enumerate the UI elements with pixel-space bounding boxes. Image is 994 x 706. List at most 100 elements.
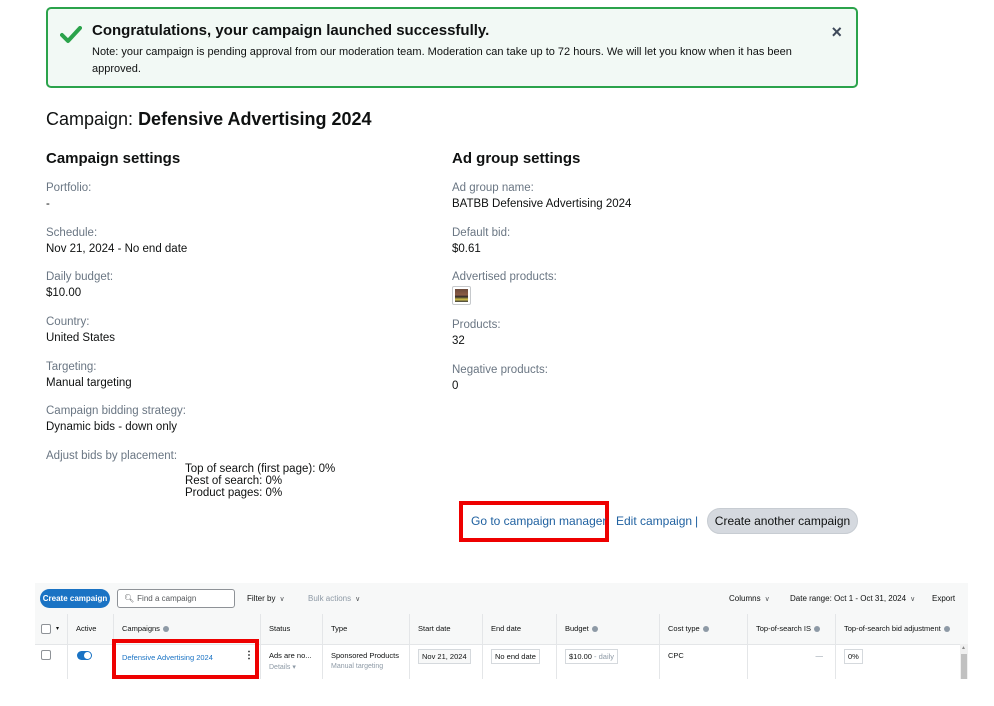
bidding-strategy-value: Dynamic bids - down only: [46, 421, 178, 433]
create-another-campaign-button[interactable]: Create another campaign: [707, 508, 858, 534]
scrollbar-thumb[interactable]: [961, 654, 967, 679]
country-label: Country:: [46, 316, 90, 328]
end-date-field[interactable]: No end date: [491, 649, 540, 664]
column-active[interactable]: Active: [67, 614, 113, 644]
portfolio-value: -: [46, 198, 50, 210]
status-cell: Ads are no... Details ▾: [260, 645, 322, 679]
country-value: United States: [46, 332, 116, 344]
schedule-value: Nov 21, 2024 - No end date: [46, 243, 188, 255]
scroll-up-icon[interactable]: ▲: [961, 645, 966, 651]
negative-products-label: Negative products:: [452, 364, 548, 376]
column-top-of-search-is-label: Top-of-search IS: [756, 624, 812, 633]
placement-values: Top of search (first page): 0% Rest of s…: [185, 463, 335, 499]
campaign-name: Defensive Advertising 2024: [138, 109, 372, 129]
campaign-settings-heading: Campaign settings: [46, 150, 181, 167]
link-separator: |: [695, 514, 699, 528]
bid-adjustment-field[interactable]: 0%: [844, 649, 863, 664]
columns-label: Columns: [729, 594, 761, 603]
column-cost-type[interactable]: Cost type: [659, 614, 747, 644]
placement-rest-of-search: Rest of search: 0%: [185, 475, 283, 487]
select-all-checkbox[interactable]: [41, 624, 51, 634]
vertical-scrollbar[interactable]: ▲: [960, 644, 968, 679]
info-icon[interactable]: [943, 625, 950, 632]
row-checkbox[interactable]: [41, 650, 51, 660]
placement-top-of-search: Top of search (first page): 0%: [185, 463, 336, 475]
column-status[interactable]: Status: [260, 614, 322, 644]
close-icon[interactable]: ×: [831, 23, 842, 41]
column-type[interactable]: Type: [322, 614, 409, 644]
daily-budget-value: $10.00: [46, 287, 82, 299]
product-thumbnail[interactable]: [452, 286, 471, 305]
details-label: Details: [269, 664, 291, 671]
info-icon[interactable]: [702, 625, 709, 632]
success-banner: Congratulations, your campaign launched …: [46, 7, 858, 88]
products-value: 32: [452, 335, 465, 347]
caret-down-icon: ▾: [292, 664, 296, 671]
column-end-date[interactable]: End date: [482, 614, 556, 644]
checkmark-icon: [60, 26, 82, 43]
edit-campaign-link[interactable]: Edit campaign: [616, 514, 692, 528]
default-bid-label: Default bid:: [452, 227, 511, 239]
start-date-cell: Nov 21, 2024: [409, 645, 482, 679]
column-top-of-search-is[interactable]: Top-of-search IS: [747, 614, 835, 644]
active-toggle[interactable]: [77, 651, 92, 660]
column-campaigns-label: Campaigns: [122, 624, 160, 633]
chevron-down-icon: ∨: [355, 596, 361, 603]
targeting-value: Manual targeting: [46, 377, 132, 389]
column-budget-label: Budget: [565, 624, 589, 633]
budget-cell: $10.00 - daily: [556, 645, 659, 679]
find-campaign-input[interactable]: 🔍︎ Find a campaign: [117, 589, 235, 608]
filter-by-dropdown[interactable]: Filter by ∨: [247, 594, 285, 603]
status-details-link[interactable]: Details ▾: [269, 663, 322, 671]
banner-note: Note: your campaign is pending approval …: [92, 46, 792, 75]
column-cost-type-label: Cost type: [668, 624, 700, 633]
budget-value: $10.00: [569, 652, 592, 661]
chevron-down-icon: ∨: [910, 596, 916, 603]
ad-group-name-value: BATBB Defensive Advertising 2024: [452, 198, 632, 210]
product-image: [455, 289, 468, 302]
bidding-strategy-label: Campaign bidding strategy:: [46, 405, 186, 417]
type-subtext: Manual targeting: [331, 663, 384, 670]
placement-product-pages: Product pages: 0%: [185, 487, 283, 499]
budget-field[interactable]: $10.00 - daily: [565, 649, 619, 664]
column-budget[interactable]: Budget: [556, 614, 659, 644]
select-all-cell: ▾: [35, 614, 67, 644]
column-start-date[interactable]: Start date: [409, 614, 482, 644]
campaign-highlight-box: [112, 639, 259, 679]
budget-suffix: - daily: [591, 652, 615, 661]
page-title-prefix: Campaign:: [46, 109, 139, 129]
table-toolbar: Create campaign 🔍︎ Find a campaign Filter…: [35, 583, 968, 614]
active-cell: [67, 645, 113, 679]
end-date-cell: No end date: [482, 645, 556, 679]
status-text: Ads are no...: [269, 651, 312, 660]
type-cell: Sponsored Products Manual targeting: [322, 645, 409, 679]
info-icon[interactable]: [591, 625, 598, 632]
schedule-label: Schedule:: [46, 227, 98, 239]
column-top-of-search-bid-adjustment[interactable]: Top-of-search bid adjustment: [835, 614, 960, 644]
ad-group-name-label: Ad group name:: [452, 182, 534, 194]
daily-budget-label: Daily budget:: [46, 271, 114, 283]
columns-dropdown[interactable]: Columns ∨: [729, 594, 770, 603]
create-campaign-button[interactable]: Create campaign: [40, 589, 110, 608]
date-range-label: Date range: Oct 1 - Oct 31, 2024: [790, 594, 907, 603]
go-to-campaign-manager-link[interactable]: Go to campaign manager: [471, 514, 606, 528]
info-icon[interactable]: [162, 625, 169, 632]
banner-title: Congratulations, your campaign launched …: [92, 22, 490, 39]
caret-down-icon[interactable]: ▾: [56, 614, 59, 644]
cost-type-cell: CPC: [659, 645, 747, 679]
date-range-dropdown[interactable]: Date range: Oct 1 - Oct 31, 2024 ∨: [790, 594, 915, 603]
page-title: Campaign: Defensive Advertising 2024: [46, 109, 372, 130]
bulk-actions-label: Bulk actions: [308, 594, 352, 603]
chevron-down-icon: ∨: [764, 596, 770, 603]
type-text: Sponsored Products: [331, 651, 399, 660]
products-label: Products:: [452, 319, 501, 331]
top-of-search-is-cell: —: [747, 645, 835, 679]
advertised-products-label: Advertised products:: [452, 271, 557, 283]
info-icon[interactable]: [814, 625, 821, 632]
export-button[interactable]: Export: [932, 594, 955, 603]
ad-group-settings-heading: Ad group settings: [452, 150, 581, 167]
placement-label: Adjust bids by placement:: [46, 450, 178, 462]
start-date-field[interactable]: Nov 21, 2024: [418, 649, 471, 664]
bulk-actions-dropdown[interactable]: Bulk actions ∨: [308, 594, 360, 603]
column-bid-adjustment-label: Top-of-search bid adjustment: [844, 624, 941, 633]
